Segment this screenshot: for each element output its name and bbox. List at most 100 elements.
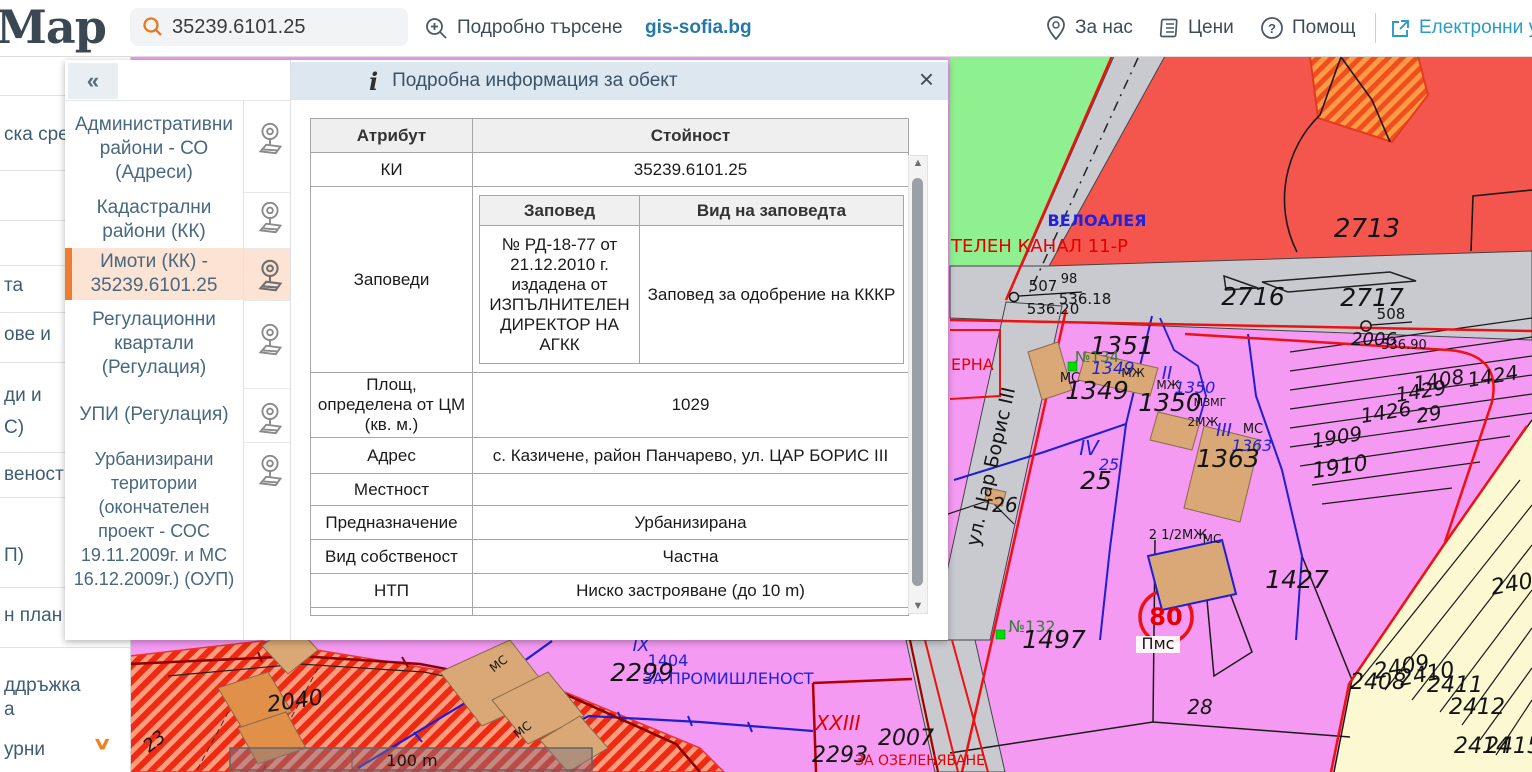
layer-item-cadastral-regions[interactable]: Кадастрални райони (КК) — [68, 192, 240, 248]
sidebar-item-fragment[interactable]: ддръжка — [4, 675, 81, 697]
prices-link[interactable]: Цени — [1158, 0, 1234, 56]
value-cell: Урбанизирана — [473, 506, 909, 540]
map-label: 2 1/2МЖ — [1149, 528, 1208, 543]
sidebar-item-fragment[interactable]: а — [4, 699, 15, 721]
table-row: Предназначение Урбанизирана — [311, 506, 909, 540]
map-label: IV — [1079, 436, 1100, 460]
about-link[interactable]: За нас — [1045, 0, 1133, 56]
map-label: 508 — [1377, 305, 1406, 323]
map-label: 25 — [1080, 466, 1112, 495]
about-label: За нас — [1075, 17, 1133, 39]
value-cell: 1029 — [473, 373, 909, 438]
map-label: 28 — [1187, 695, 1212, 719]
map-pin-layer-icon[interactable] — [251, 400, 289, 438]
map-label: 2415 — [1485, 734, 1532, 759]
sidebar-item-fragment[interactable]: ди и — [4, 385, 42, 407]
attribute-table: Атрибут Стойност КИ 35239.6101.25 Запове… — [310, 118, 909, 616]
map-label: ЗА ПРОМИШЛЕНОСТ — [642, 669, 813, 688]
map-pin-layer-icon[interactable] — [251, 452, 289, 490]
map-label: МС — [1243, 422, 1263, 437]
attr-cell: Вид собственост — [311, 540, 473, 574]
layer-item-admin-regions[interactable]: Административни райони - СО (Адреси) — [68, 106, 240, 192]
sidebar-item-fragment[interactable]: н план — [4, 605, 62, 627]
topbar-divider — [1375, 13, 1376, 43]
help-link[interactable]: ? Помощ — [1260, 0, 1356, 56]
layer-item-urbanized-territories[interactable]: Урбанизирани територии (окончателен прое… — [68, 442, 240, 596]
sidebar-item-fragment[interactable]: ска сре — [4, 124, 69, 146]
close-icon[interactable]: × — [919, 64, 934, 94]
table-scrollbar[interactable]: ▲ ▼ — [908, 155, 928, 614]
site-link[interactable]: gis-sofia.bg — [645, 0, 752, 56]
info-panel-header: i Подробна информация за обект — [291, 62, 948, 100]
info-panel-title: Подробна информация за обект — [392, 70, 677, 92]
map-label: ЕРНА — [951, 355, 994, 374]
layer-label: Урбанизирани територии (окончателен прое… — [68, 447, 240, 591]
chevron-down-icon[interactable]: ∨ — [92, 734, 112, 754]
map-label: 98 — [1061, 272, 1078, 287]
attr-cell: Местност — [311, 474, 473, 506]
map-label: 1427 — [1265, 565, 1329, 594]
layer-label: УПИ (Регулация) — [79, 403, 228, 427]
map-label: 536.20 — [1027, 300, 1080, 318]
value-cell: 35239.6101.25 — [473, 153, 909, 187]
value-cell: Заповед Вид на заповедта № РД-18-77 от 2… — [473, 187, 909, 373]
column-header: Стойност — [473, 119, 909, 153]
table-row — [311, 608, 909, 616]
layer-item-regulation-quarters[interactable]: Регулационни квартали (Регулация) — [68, 300, 240, 388]
map-pin-layer-icon[interactable] — [251, 120, 289, 158]
search-input[interactable] — [170, 15, 389, 40]
search-box[interactable] — [130, 8, 408, 46]
sidebar-item-fragment[interactable]: веност — [4, 464, 64, 486]
map-label: 507 — [1029, 277, 1058, 295]
table-row: № РД-18-77 от 21.12.2010 г. издадена от … — [480, 226, 904, 364]
scrollbar-thumb[interactable] — [912, 178, 923, 586]
layer-label: Имоти (КК) - 35239.6101.25 — [68, 250, 240, 298]
detailed-search-label: Подробно търсене — [457, 17, 623, 39]
price-list-icon — [1158, 17, 1180, 39]
map-label: 26 — [992, 493, 1017, 517]
scroll-up-arrow[interactable]: ▲ — [909, 156, 927, 170]
map-label: 100 m — [386, 751, 437, 770]
collapse-panel-button[interactable]: « — [68, 63, 118, 99]
value-cell — [473, 474, 909, 506]
order-cell: № РД-18-77 от 21.12.2010 г. издадена от … — [480, 226, 640, 364]
sidebar-item-fragment[interactable]: урни — [4, 739, 45, 761]
sidebar-item-fragment[interactable]: С) — [4, 417, 24, 439]
sidebar-item-fragment[interactable]: П) — [4, 545, 24, 567]
eservices-link[interactable]: Електронни у — [1390, 0, 1532, 56]
scroll-down-arrow[interactable]: ▼ — [909, 599, 927, 613]
info-icon: i — [369, 67, 378, 96]
map-label: 1363 — [1196, 444, 1260, 473]
map-label: III — [1216, 420, 1232, 441]
external-link-icon — [1390, 18, 1411, 39]
question-circle-icon: ? — [1260, 16, 1284, 40]
table-row: НТП Ниско застрояване (до 10 m) — [311, 574, 909, 608]
map-pin-layer-icon[interactable] — [251, 199, 289, 237]
column-header: Атрибут — [311, 119, 473, 153]
layer-item-properties-active[interactable]: Имоти (КК) - 35239.6101.25 — [68, 248, 240, 300]
app-logo: Map — [0, 0, 106, 54]
column-header: Вид на заповедта — [640, 196, 904, 226]
attr-cell: Адрес — [311, 438, 473, 474]
sidebar-item-fragment[interactable]: та — [4, 275, 23, 297]
svg-text:?: ? — [1268, 21, 1276, 36]
layer-label: Кадастрални райони (КК) — [68, 196, 240, 244]
layer-item-upi-regulation[interactable]: УПИ (Регулация) — [68, 388, 240, 442]
sidebar-item-fragment[interactable]: ове и — [4, 324, 51, 346]
layer-label: Административни райони - СО (Адреси) — [68, 113, 240, 185]
app-window: ВЕЛОАЛЕЯТЕЛЕН КАНАЛ 11-Р2713271627175079… — [0, 0, 1532, 772]
layer-label: Регулационни квартали (Регулация) — [68, 308, 240, 380]
map-label: 2408 — [1350, 670, 1406, 695]
table-row: КИ 35239.6101.25 — [311, 153, 909, 187]
map-label: 2713 — [1334, 214, 1400, 244]
map-label: 80 — [1149, 603, 1182, 631]
map-pin-layer-icon[interactable] — [251, 321, 289, 359]
map-label: ВЕЛОАЛЕЯ — [1048, 211, 1147, 230]
detailed-search-button[interactable]: Подробно търсене — [424, 0, 623, 56]
map-label: 1497 — [1022, 625, 1086, 654]
sidebar-divider — [0, 647, 130, 648]
orders-nested-table: Заповед Вид на заповедта № РД-18-77 от 2… — [479, 195, 904, 364]
map-label: 536.90 — [1381, 338, 1427, 353]
map-pin-layer-icon[interactable] — [251, 257, 289, 295]
map-label: 1350 — [1138, 388, 1202, 417]
